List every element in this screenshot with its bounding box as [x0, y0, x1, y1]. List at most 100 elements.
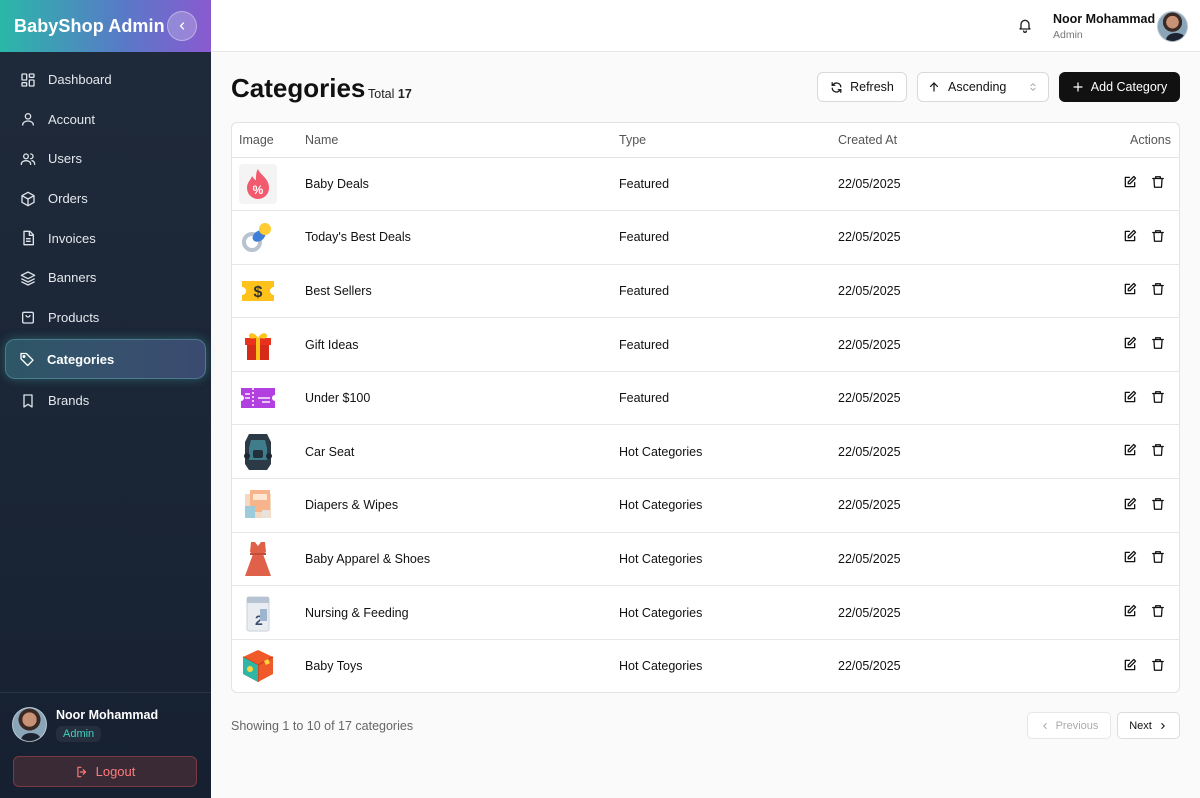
trash-icon[interactable]	[1151, 658, 1165, 672]
edit-icon[interactable]	[1123, 390, 1137, 404]
trash-icon[interactable]	[1151, 229, 1165, 243]
sidebar-item-label: Banners	[48, 270, 97, 286]
sidebar-item-dashboard[interactable]: Dashboard	[0, 60, 211, 100]
category-created-at: 22/05/2025	[838, 444, 901, 459]
header-user[interactable]: Noor Mohammad Admin	[1053, 12, 1155, 41]
category-image-nursing-feeding: 2	[239, 592, 277, 633]
category-name: Baby Toys	[305, 659, 363, 674]
edit-icon[interactable]	[1123, 550, 1137, 564]
category-created-at: 22/05/2025	[838, 230, 901, 245]
car-seat-image	[244, 433, 272, 470]
discount-flame-icon: %	[247, 168, 269, 199]
category-created-at: 22/05/2025	[838, 498, 901, 513]
table-header-row: Image Name Type Created At Actions	[232, 123, 1179, 158]
pagination-summary: Showing 1 to 10 of 17 categories	[231, 719, 414, 733]
sidebar-item-invoices[interactable]: Invoices	[0, 218, 211, 258]
category-type: Hot Categories	[619, 551, 703, 566]
notifications-button[interactable]	[1017, 17, 1033, 38]
category-name: Baby Apparel & Shoes	[305, 551, 431, 566]
bell-icon	[1019, 19, 1031, 33]
table-row: Under $100 Featured 22/05/2025	[232, 371, 1179, 425]
category-image-gift-ideas	[239, 324, 277, 365]
category-image-under-100	[239, 378, 277, 419]
dashboard-icon	[21, 73, 35, 87]
brand-title: BabyShop Admin	[14, 15, 165, 36]
next-page-button[interactable]: Next	[1117, 712, 1180, 739]
sidebar-item-label: Brands	[48, 393, 90, 409]
collapse-sidebar-button[interactable]	[167, 11, 197, 41]
trash-icon[interactable]	[1151, 390, 1165, 404]
sort-order-value: Ascending	[948, 80, 1007, 94]
category-created-at: 22/05/2025	[838, 176, 901, 191]
category-name: Nursing & Feeding	[305, 605, 409, 620]
trash-icon[interactable]	[1151, 443, 1165, 457]
logout-button[interactable]: Logout	[13, 756, 197, 787]
logout-label: Logout	[95, 764, 136, 779]
edit-icon[interactable]	[1123, 336, 1137, 350]
formula-can-image: 2	[246, 596, 270, 632]
logout-icon	[76, 766, 86, 777]
edit-icon[interactable]	[1123, 229, 1137, 243]
sidebar-item-label: Orders	[48, 191, 88, 207]
toy-cube-image	[242, 650, 274, 683]
previous-page-button[interactable]: Previous	[1027, 712, 1111, 739]
table-row: $ Best Sellers Featured 22/05/2025	[232, 264, 1179, 318]
category-created-at: 22/05/2025	[838, 605, 901, 620]
column-header-actions: Actions	[1038, 123, 1179, 158]
category-image-baby-toys	[239, 646, 277, 687]
category-image-car-seat	[239, 431, 277, 472]
edit-icon[interactable]	[1123, 175, 1137, 189]
edit-icon[interactable]	[1123, 443, 1137, 457]
category-created-at: 22/05/2025	[838, 551, 901, 566]
table-row: Gift Ideas Featured 22/05/2025	[232, 318, 1179, 372]
baby-dress-image	[245, 541, 271, 576]
bag-icon	[22, 312, 34, 325]
category-image-best-sellers: $	[239, 270, 277, 311]
gift-box-icon	[245, 332, 271, 360]
top-bar: Noor Mohammad Admin	[211, 0, 1200, 52]
categories-table: Image Name Type Created At Actions % Bab…	[231, 122, 1180, 693]
trash-icon[interactable]	[1151, 282, 1165, 296]
total-count: Total 17	[368, 87, 412, 101]
sidebar-user-role: Admin	[56, 725, 102, 742]
sidebar-item-users[interactable]: Users	[0, 139, 211, 179]
refresh-label: Refresh	[850, 80, 894, 94]
category-name: Today's Best Deals	[305, 230, 411, 245]
header-avatar[interactable]	[1157, 11, 1188, 42]
next-label: Next	[1129, 719, 1152, 732]
trash-icon[interactable]	[1151, 497, 1165, 511]
sidebar-item-label: Products	[48, 309, 100, 325]
trash-icon[interactable]	[1151, 550, 1165, 564]
sidebar-item-categories[interactable]: Categories	[5, 339, 206, 380]
sidebar-item-banners[interactable]: Banners	[0, 258, 211, 298]
category-created-at: 22/05/2025	[838, 659, 901, 674]
header-user-name: Noor Mohammad	[1053, 12, 1156, 26]
trash-icon[interactable]	[1151, 336, 1165, 350]
sidebar-item-orders[interactable]: Orders	[0, 179, 211, 219]
sidebar-user-name: Noor Mohammad	[56, 707, 159, 722]
edit-icon[interactable]	[1123, 282, 1137, 296]
trash-icon[interactable]	[1151, 175, 1165, 189]
trash-icon[interactable]	[1151, 604, 1165, 618]
sidebar-nav: Dashboard Account Users Orders Invoices …	[0, 52, 211, 421]
sidebar-item-account[interactable]: Account	[0, 100, 211, 140]
sort-order-select[interactable]: Ascending	[917, 72, 1049, 102]
refresh-button[interactable]: Refresh	[817, 72, 907, 102]
previous-label: Previous	[1055, 719, 1099, 732]
layers-icon	[20, 271, 36, 286]
edit-icon[interactable]	[1123, 604, 1137, 618]
category-type: Hot Categories	[619, 444, 703, 459]
category-type: Hot Categories	[619, 605, 703, 620]
add-category-button[interactable]: Add Category	[1059, 72, 1180, 102]
tag-icon	[20, 352, 34, 366]
category-name: Gift Ideas	[305, 337, 359, 352]
sidebar-item-label: Invoices	[48, 230, 96, 246]
file-icon	[23, 230, 34, 246]
edit-icon[interactable]	[1123, 497, 1137, 511]
sidebar-item-products[interactable]: Products	[0, 298, 211, 338]
page-title: Categories	[231, 73, 366, 103]
category-created-at: 22/05/2025	[838, 283, 901, 298]
edit-icon[interactable]	[1123, 658, 1137, 672]
chevron-left-icon	[1042, 722, 1047, 729]
sidebar-item-brands[interactable]: Brands	[0, 381, 211, 421]
